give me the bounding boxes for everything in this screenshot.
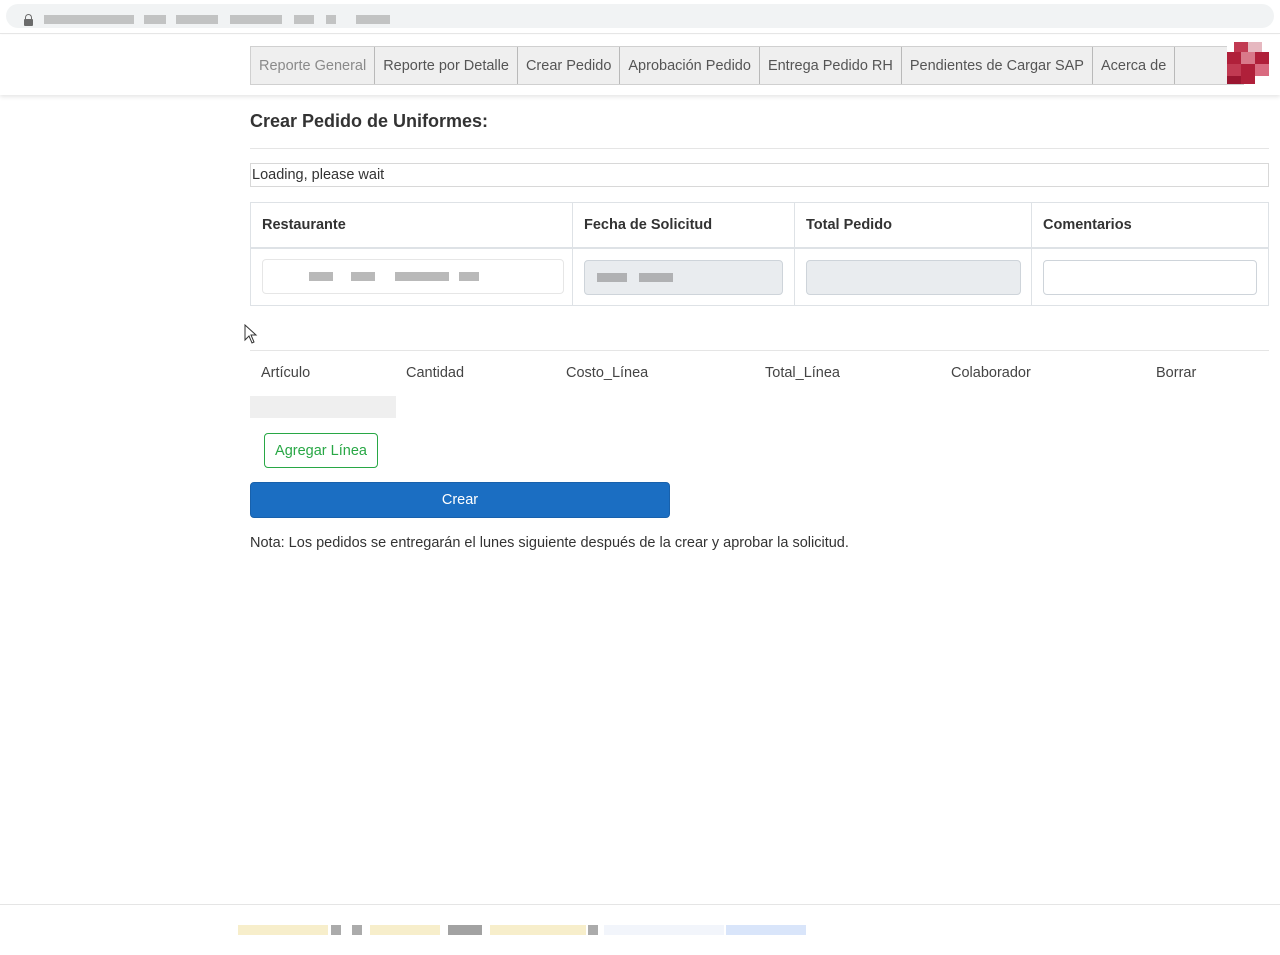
footer-redacted xyxy=(238,925,328,935)
url-text-redacted xyxy=(356,15,390,24)
redacted-text xyxy=(639,273,673,282)
column-header: Fecha de Solicitud xyxy=(573,203,794,249)
nav-tabs: Reporte General Reporte por Detalle Crea… xyxy=(250,46,1245,85)
footer-redacted xyxy=(331,925,341,935)
tab-crear-pedido[interactable]: Crear Pedido xyxy=(517,47,621,84)
comentarios-input[interactable] xyxy=(1043,260,1257,295)
footer-redacted xyxy=(726,925,806,935)
fecha-solicitud-field xyxy=(584,260,783,295)
line-column-colaborador: Colaborador xyxy=(951,365,1031,381)
url-text-redacted xyxy=(294,15,314,24)
mouse-cursor-icon xyxy=(244,324,258,344)
loading-message: Loading, please wait xyxy=(250,163,1269,187)
column-restaurante: Restaurante xyxy=(251,203,573,305)
delivery-note: Nota: Los pedidos se entregarán el lunes… xyxy=(250,535,849,551)
footer-redacted xyxy=(588,925,598,935)
browser-address-bar xyxy=(0,0,1280,34)
redacted-text xyxy=(597,273,627,282)
footer-redacted xyxy=(490,925,586,935)
page-title: Crear Pedido de Uniformes: xyxy=(250,111,489,131)
column-comentarios: Comentarios xyxy=(1032,203,1268,305)
url-text-redacted xyxy=(44,15,134,24)
tab-pendientes-cargar-sap[interactable]: Pendientes de Cargar SAP xyxy=(901,47,1093,84)
column-total: Total Pedido xyxy=(795,203,1032,305)
line-column-articulo: Artículo xyxy=(261,365,311,381)
url-text-redacted xyxy=(230,15,282,24)
footer-redacted xyxy=(370,925,440,935)
tab-entrega-pedido-rh[interactable]: Entrega Pedido RH xyxy=(759,47,902,84)
column-fecha: Fecha de Solicitud xyxy=(573,203,795,305)
footer-redacted xyxy=(352,925,362,935)
line-item-placeholder xyxy=(250,396,396,418)
url-text-redacted xyxy=(176,15,218,24)
column-header: Comentarios xyxy=(1032,203,1268,249)
redacted-text xyxy=(459,272,479,281)
redacted-text xyxy=(309,272,333,281)
line-column-total: Total_Línea xyxy=(765,365,840,381)
tab-reporte-general[interactable]: Reporte General xyxy=(251,47,376,84)
divider xyxy=(250,350,1269,351)
footer xyxy=(0,904,1280,955)
create-button[interactable]: Crear xyxy=(250,482,670,518)
url-text-redacted xyxy=(326,15,336,24)
lock-icon xyxy=(24,14,33,26)
column-header: Restaurante xyxy=(251,203,572,249)
restaurante-select[interactable] xyxy=(262,259,564,294)
redacted-text xyxy=(395,272,449,281)
redacted-text xyxy=(351,272,375,281)
total-pedido-field xyxy=(806,260,1021,295)
tab-reporte-por-detalle[interactable]: Reporte por Detalle xyxy=(375,47,518,84)
order-header-table: Restaurante Fecha de Solicitud Total Ped… xyxy=(250,202,1269,306)
column-header: Total Pedido xyxy=(795,203,1031,249)
brand-logo xyxy=(1227,42,1269,84)
tab-aprobacion-pedido[interactable]: Aprobación Pedido xyxy=(620,47,760,84)
line-column-cantidad: Cantidad xyxy=(406,365,465,381)
url-field[interactable] xyxy=(6,4,1274,28)
divider xyxy=(250,148,1269,149)
footer-redacted xyxy=(604,925,724,935)
line-column-borrar: Borrar xyxy=(1156,365,1197,381)
url-text-redacted xyxy=(144,15,166,24)
footer-redacted xyxy=(448,925,482,935)
top-navbar: Reporte General Reporte por Detalle Crea… xyxy=(0,35,1280,95)
add-line-button[interactable]: Agregar Línea xyxy=(264,433,378,468)
line-column-costo: Costo_Línea xyxy=(566,365,649,381)
tab-acerca-de[interactable]: Acerca de xyxy=(1092,47,1176,84)
